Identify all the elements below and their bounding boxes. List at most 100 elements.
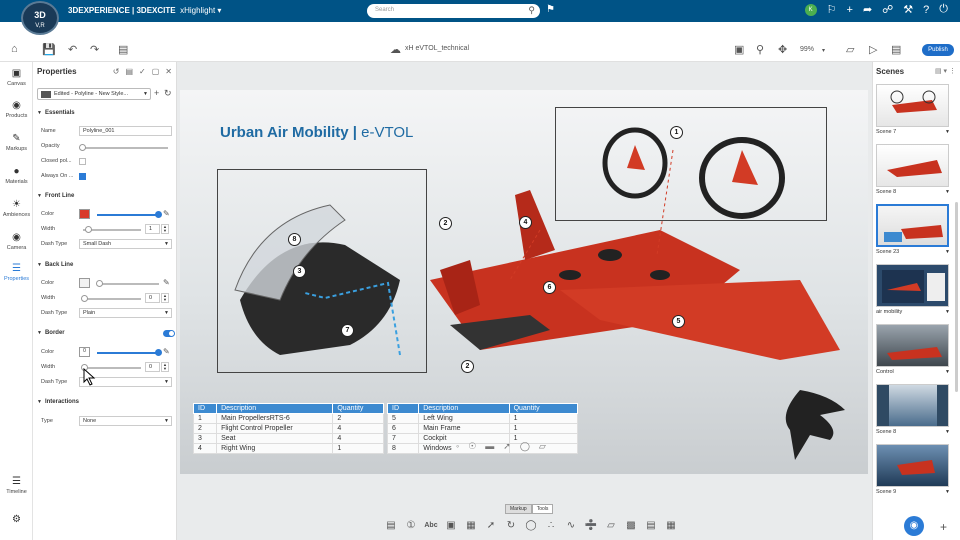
export-icon[interactable]: ▤	[891, 43, 901, 56]
add-style-icon[interactable]: +	[154, 88, 159, 98]
tab-tools[interactable]: Tools	[531, 504, 554, 514]
tools-icon[interactable]: ⚒	[903, 3, 913, 16]
chevron-down-icon[interactable]: ▾	[944, 68, 948, 75]
nav-markups[interactable]: ✎ Markups	[0, 133, 33, 152]
circle-tool-icon[interactable]: ◯	[524, 520, 538, 531]
scene-card[interactable]: Scene 7 ▼	[876, 84, 950, 135]
scene-thumbnail[interactable]	[876, 204, 949, 247]
close-icon[interactable]: ✕	[165, 67, 172, 76]
save-icon[interactable]: 💾	[42, 43, 56, 56]
eyedropper-icon[interactable]: ✎	[163, 347, 170, 356]
compass-button[interactable]: 3D V,R	[21, 1, 59, 35]
back-width-slider[interactable]	[81, 295, 141, 302]
section-icon[interactable]: ▩	[624, 520, 638, 531]
capture-scene-button[interactable]: ◉	[904, 516, 924, 536]
section-essentials[interactable]: ▼ Essentials	[37, 110, 75, 116]
nav-timeline[interactable]: ☰ Timeline	[0, 476, 33, 495]
scene-card[interactable]: air mobility ▼	[876, 264, 950, 315]
border-color-swatch[interactable]: 0	[79, 347, 90, 357]
text-tool[interactable]: Abc	[424, 522, 438, 529]
scene-thumbnail[interactable]	[876, 264, 949, 307]
callout-5[interactable]: 5	[672, 315, 685, 328]
image-icon[interactable]: ▣	[444, 520, 458, 531]
home-icon[interactable]: ⌂	[11, 43, 18, 55]
eyedropper-icon[interactable]: ✎	[163, 209, 170, 218]
front-color-slider[interactable]	[97, 211, 162, 218]
eyedropper-icon[interactable]: ✎	[163, 278, 170, 287]
callout-7[interactable]: 7	[341, 324, 354, 337]
add-icon[interactable]: +	[847, 4, 853, 16]
note-icon[interactable]: ▤	[384, 520, 398, 531]
nav-ambiences[interactable]: ☀ Ambiences	[0, 199, 33, 218]
front-width-field[interactable]: 1	[145, 224, 160, 234]
tag-icon[interactable]: ⚑	[546, 4, 555, 15]
redo-icon[interactable]: ↷	[90, 43, 99, 56]
section-front-line[interactable]: ▼ Front Line	[37, 193, 74, 199]
front-color-knob[interactable]	[155, 211, 162, 218]
reset-icon[interactable]: ↺	[113, 67, 120, 76]
help-icon[interactable]: ?	[923, 4, 929, 16]
border-toggle[interactable]	[163, 330, 175, 337]
border-color-knob[interactable]	[155, 349, 162, 356]
apply-icon[interactable]: ✓	[139, 67, 146, 76]
scene-thumbnail[interactable]	[876, 144, 949, 187]
ellipse-icon[interactable]: ▬	[485, 441, 494, 452]
chevron-down-icon[interactable]: ▼	[945, 249, 950, 255]
power-icon[interactable]: ⏻	[939, 3, 948, 16]
back-color-swatch[interactable]	[79, 278, 90, 288]
nav-materials[interactable]: ● Materials	[0, 166, 33, 185]
undo-icon[interactable]: ↶	[68, 43, 77, 56]
back-color-knob[interactable]	[96, 280, 103, 287]
section-interactions[interactable]: ▼ Interactions	[37, 399, 79, 405]
nav-camera[interactable]: ◉ Camera	[0, 232, 33, 251]
front-dash-select[interactable]: Small Dash ▼	[79, 239, 172, 249]
share-icon[interactable]: ➦	[863, 3, 872, 16]
callout-3[interactable]: 3	[293, 265, 306, 278]
points-icon[interactable]: ∴	[544, 520, 558, 531]
back-width-field[interactable]: 0	[145, 293, 160, 303]
target-icon[interactable]: ☉	[468, 441, 476, 452]
detach-icon[interactable]: ▢	[152, 67, 160, 76]
tab-markup[interactable]: Markup	[505, 504, 532, 514]
play-icon[interactable]: ▷	[869, 43, 877, 56]
section-border[interactable]: ▼ Border	[37, 330, 65, 336]
border-width-stepper[interactable]: ▲ ▼	[161, 362, 169, 372]
arrow-icon[interactable]: ➚	[484, 520, 498, 531]
scene-thumbnail[interactable]	[876, 324, 949, 367]
back-width-knob[interactable]	[81, 295, 88, 302]
chevron-down-icon[interactable]: ▼	[945, 189, 950, 195]
scene-card[interactable]: Scene 8 ▼	[876, 384, 950, 435]
line-icon[interactable]: ➚	[503, 441, 511, 452]
panel-icon[interactable]: ▤	[118, 43, 128, 56]
point-icon[interactable]: ◦	[456, 441, 459, 452]
pattern-icon[interactable]: ▦	[464, 520, 478, 531]
more-icon[interactable]: ⋮	[949, 68, 956, 75]
back-dash-select[interactable]: Plain ▼	[79, 308, 172, 318]
opacity-knob[interactable]	[79, 144, 86, 151]
chevron-down-icon[interactable]: ▼	[945, 309, 950, 315]
callout-6[interactable]: 6	[543, 281, 556, 294]
book-icon[interactable]: ▤	[644, 520, 658, 531]
front-color-swatch[interactable]	[79, 209, 90, 219]
cube-icon[interactable]: ▱	[846, 43, 854, 56]
callout-8[interactable]: 8	[288, 233, 301, 246]
scene-card[interactable]: Control ▼	[876, 324, 950, 375]
avatar[interactable]: K	[804, 3, 817, 16]
nav-properties[interactable]: ☰ Properties	[0, 263, 33, 282]
nav-products[interactable]: ◉ Products	[0, 100, 33, 119]
closed-polyline-checkbox[interactable]	[79, 158, 86, 165]
callout-2[interactable]: 2	[439, 217, 452, 230]
scene-thumbnail[interactable]	[876, 384, 949, 427]
zoom-level[interactable]: 99%	[800, 46, 814, 53]
scene-thumbnail[interactable]	[876, 444, 949, 487]
bom-table-left[interactable]: ID Description Quantity 1 Main PropellersRT…	[192, 403, 384, 454]
front-width-stepper[interactable]: ▲ ▼	[161, 224, 169, 234]
box-icon[interactable]: ▱	[539, 441, 546, 452]
polyline-icon[interactable]: ∿	[564, 520, 578, 531]
opacity-slider[interactable]	[79, 144, 168, 151]
section-back-line[interactable]: ▼ Back Line	[37, 262, 73, 268]
chevron-down-icon[interactable]: ▼	[945, 489, 950, 495]
fit-icon[interactable]: ▣	[734, 43, 744, 56]
zoom-icon[interactable]: ⚲	[756, 43, 764, 56]
always-on-checkbox[interactable]	[79, 173, 86, 180]
